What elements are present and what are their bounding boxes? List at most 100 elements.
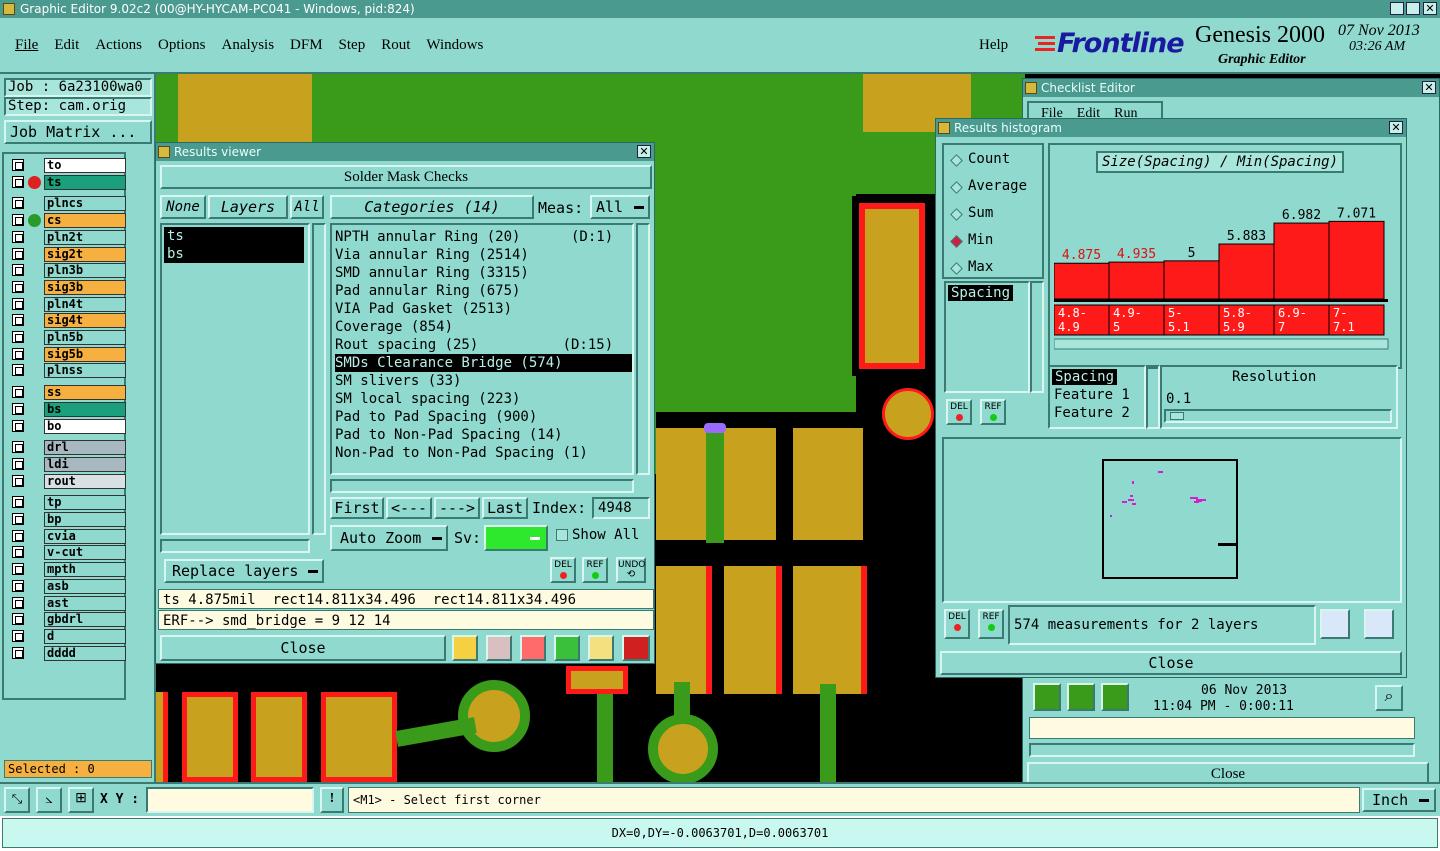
layer-checkbox[interactable] [12, 629, 24, 642]
ref-x-icon[interactable] [520, 635, 546, 661]
layer-checkbox[interactable] [12, 364, 24, 377]
feature-vscroll[interactable] [1146, 365, 1160, 429]
menu-analysis[interactable]: Analysis [222, 37, 275, 57]
minimize-button[interactable] [1390, 2, 1404, 15]
histogram-bar[interactable] [1328, 220, 1385, 300]
category-item[interactable]: Rout spacing (25) (D:15) [335, 336, 632, 354]
category-item[interactable]: Pad to Pad Spacing (900) [335, 408, 632, 426]
categories-button[interactable]: Categories (14) [330, 195, 534, 219]
layer-checkbox[interactable] [12, 496, 24, 509]
category-item[interactable]: Non-Pad to Non-Pad Spacing (1) [335, 444, 632, 462]
layer-checkbox[interactable] [12, 280, 24, 293]
maximize-button[interactable] [1406, 2, 1420, 15]
layer-checkbox[interactable] [12, 247, 24, 260]
run-all-icon[interactable] [1067, 683, 1095, 711]
snap-icon[interactable]: ⤡ [4, 787, 30, 813]
layer-checkbox[interactable] [12, 214, 24, 227]
units-select[interactable]: Inch [1362, 788, 1436, 812]
zoom-icon[interactable]: ⌕ [1375, 685, 1403, 711]
layers-hscroll[interactable] [160, 539, 310, 553]
job-matrix-button[interactable]: Job Matrix ... [4, 120, 152, 144]
layer-checkbox[interactable] [12, 596, 24, 609]
histogram-icon[interactable] [622, 635, 650, 661]
layer-checkbox[interactable] [12, 546, 24, 559]
record-icon[interactable] [486, 635, 512, 661]
category-item[interactable]: SM slivers (33) [335, 372, 632, 390]
all-layers-button[interactable]: All [290, 195, 324, 219]
histogram-bar[interactable] [1108, 261, 1165, 300]
feature-item-1[interactable]: Feature 1 [1054, 387, 1130, 403]
category-item[interactable]: VIA Pad Gasket (2513) [335, 300, 632, 318]
layers-button[interactable]: Layers [208, 195, 288, 219]
run-selected-icon[interactable] [1101, 683, 1129, 711]
checklist-input[interactable] [1029, 717, 1415, 739]
results-viewer-close-button[interactable]: Close [160, 635, 446, 661]
xy-input[interactable] [146, 787, 314, 813]
layer-checkbox[interactable] [12, 264, 24, 277]
menu-rout[interactable]: Rout [381, 37, 410, 57]
histogram-bar[interactable] [1218, 243, 1275, 300]
run-icon[interactable] [1033, 683, 1061, 711]
none-button[interactable]: None [160, 195, 206, 219]
layer-checkbox[interactable] [12, 386, 24, 399]
layer-checkbox[interactable] [12, 314, 24, 327]
measure-icon[interactable]: ⦣ [36, 787, 62, 813]
layer-checkbox[interactable] [12, 331, 24, 343]
last-button[interactable]: Last [482, 497, 528, 519]
categories-vscroll[interactable] [636, 223, 650, 475]
resolution-slider[interactable] [1164, 409, 1392, 423]
results-viewer-close-icon[interactable]: ✕ [637, 145, 651, 158]
layer-list-item[interactable]: bs [164, 245, 304, 263]
index-input[interactable]: 4948 [592, 497, 650, 519]
export-icon[interactable] [1320, 609, 1350, 639]
measure-list-item[interactable]: Spacing [948, 285, 1014, 301]
auto-zoom-select[interactable]: Auto Zoom [330, 525, 448, 551]
prev-button[interactable]: <--- [386, 497, 432, 519]
layer-checkbox[interactable] [12, 613, 24, 626]
layer-checkbox[interactable] [12, 419, 24, 432]
histogram-close-button[interactable]: Close [940, 651, 1402, 675]
category-item[interactable]: Pad to Non-Pad Spacing (14) [335, 426, 632, 444]
next-button[interactable]: ---> [434, 497, 480, 519]
meas-select[interactable]: All [590, 195, 650, 219]
menu-options[interactable]: Options [158, 37, 206, 57]
checklist-close-icon[interactable]: ✕ [1422, 81, 1436, 94]
category-item[interactable]: Pad annular Ring (675) [335, 282, 632, 300]
grid-icon[interactable]: ⊞ [68, 787, 94, 813]
layer-checkbox[interactable] [12, 197, 24, 210]
number-icon[interactable] [554, 635, 580, 661]
alert-icon[interactable]: ! [320, 787, 344, 813]
menu-file[interactable]: File [15, 37, 38, 57]
layer-list-item[interactable]: ts [164, 227, 304, 245]
layers-vscroll[interactable] [312, 223, 326, 535]
histogram-bar[interactable] [1273, 222, 1330, 300]
layer-checkbox[interactable] [12, 646, 24, 659]
menu-step[interactable]: Step [339, 37, 366, 57]
feature-item-spacing[interactable]: Spacing [1052, 369, 1118, 385]
layer-checkbox[interactable] [12, 402, 24, 415]
layer-checkbox[interactable] [12, 474, 24, 487]
measure-vscroll[interactable] [1030, 281, 1044, 393]
layer-checkbox[interactable] [12, 230, 24, 243]
layer-checkbox[interactable] [12, 175, 24, 188]
categories-hscroll[interactable] [330, 479, 634, 493]
sv-color-select[interactable] [484, 525, 548, 551]
layer-checkbox[interactable] [12, 579, 24, 592]
chart-hscroll[interactable] [1054, 338, 1389, 350]
menu-dfm[interactable]: DFM [290, 37, 323, 57]
histogram-bar[interactable] [1054, 262, 1110, 300]
menu-actions[interactable]: Actions [95, 37, 142, 57]
category-item[interactable]: SM local spacing (223) [335, 390, 632, 408]
feature-item-2[interactable]: Feature 2 [1054, 405, 1130, 421]
hist-del-button[interactable]: DEL [946, 399, 972, 425]
distribution-map[interactable] [942, 437, 1402, 603]
category-item[interactable]: NPTH annular Ring (20) (D:1) [335, 228, 632, 246]
notes-icon[interactable] [588, 635, 614, 661]
layer-checkbox[interactable] [12, 297, 24, 310]
layer-checkbox[interactable] [12, 159, 24, 171]
layer-checkbox[interactable] [12, 513, 24, 525]
histogram-bar[interactable] [1163, 260, 1220, 300]
import-icon[interactable] [1364, 609, 1394, 639]
category-item[interactable]: Coverage (854) [335, 318, 632, 336]
solder-mask-header[interactable]: Solder Mask Checks [160, 165, 652, 189]
